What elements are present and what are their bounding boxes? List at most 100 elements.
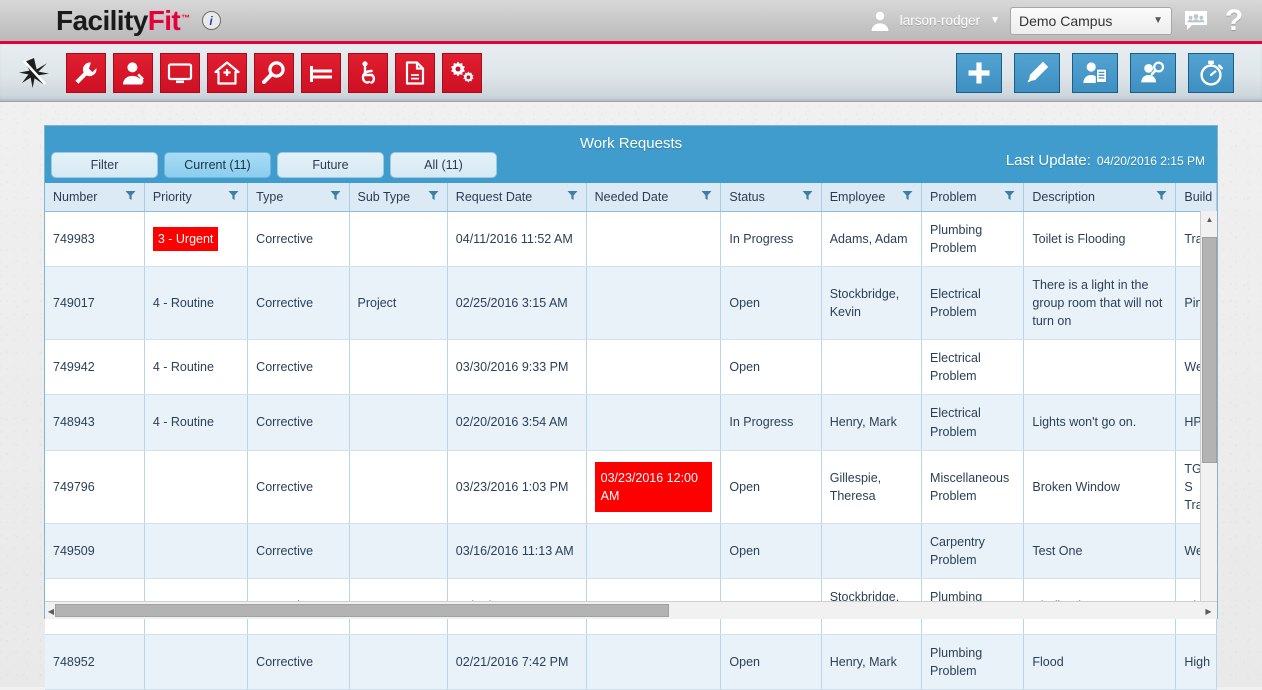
column-header-request-date[interactable]: Request Date (447, 183, 587, 212)
cell-building: High (1175, 634, 1217, 690)
column-header-description[interactable]: Description (1023, 183, 1177, 212)
cell-type: Corrective (247, 450, 350, 525)
help-button[interactable]: ? (1220, 3, 1248, 37)
header-right-controls: larson-rodger ▼ Demo Campus ▼ ? (868, 3, 1248, 37)
table-row[interactable]: 748952 Corrective 02/21/2016 7:42 PM Open He… (45, 634, 1217, 690)
filter-icon[interactable] (125, 190, 136, 204)
cell-employee: Henry, Mark (821, 394, 923, 451)
campus-select-value: Demo Campus (1019, 12, 1113, 29)
scroll-up-icon[interactable]: ▲ (1201, 211, 1218, 228)
stopwatch-icon (1200, 60, 1223, 86)
toolbar-button-accessibility[interactable] (348, 52, 388, 93)
brand-text-fit: Fit (147, 4, 181, 36)
tab-filter[interactable]: Filter (51, 152, 158, 178)
toolbar-button-wrench[interactable] (66, 52, 106, 93)
column-header-status[interactable]: Status (720, 183, 822, 212)
column-header-type[interactable]: Type (247, 183, 350, 212)
vertical-scrollbar[interactable]: ▲ ▼ (1200, 211, 1217, 619)
tab-current[interactable]: Current (11) (164, 152, 271, 178)
cell-problem: Electrical Problem (921, 394, 1025, 451)
tab-future[interactable]: Future (277, 152, 384, 178)
cell-request-date: 02/21/2016 7:42 PM (447, 634, 587, 690)
toolbar-button-search[interactable] (254, 52, 294, 93)
column-header-problem[interactable]: Problem (921, 183, 1025, 212)
tab-all[interactable]: All (11) (390, 152, 497, 178)
brand-logo[interactable]: Facility Fit ™ (56, 4, 190, 36)
person-document-icon (1083, 61, 1108, 83)
filter-icon[interactable] (1156, 190, 1167, 204)
filter-icon[interactable] (802, 190, 813, 204)
wheelchair-icon (361, 60, 376, 84)
table-row[interactable]: 749509 Corrective 03/16/2016 11:13 AM Open C… (45, 523, 1217, 580)
toolbar-button-bed[interactable] (301, 52, 341, 93)
cell-needed-date (586, 634, 722, 690)
table-row[interactable]: 748943 4 - Routine Corrective 02/20/2016 3:… (45, 394, 1217, 451)
column-header-sub-type[interactable]: Sub Type (349, 183, 448, 212)
main-icon-toolbar (0, 44, 1262, 102)
table-row[interactable]: 749017 4 - Routine Corrective Project 02/25/… (45, 266, 1217, 341)
column-header-label: Priority (152, 189, 192, 204)
horizontal-scrollbar[interactable]: ◀ ▶ (45, 601, 1217, 619)
edit-pencil-icon (1027, 61, 1049, 82)
column-header-label: Description (1032, 189, 1095, 204)
cell-employee (821, 339, 923, 396)
tab-future-label: Future (312, 158, 349, 172)
table-header-row: Number Priority Type Sub Type Request Date Ne… (45, 183, 1217, 212)
assign-person-button[interactable] (1072, 52, 1118, 93)
filter-icon[interactable] (228, 190, 239, 204)
scroll-right-icon[interactable]: ▶ (1200, 602, 1217, 620)
magnifier-icon (262, 60, 285, 84)
filter-icon[interactable] (567, 190, 578, 204)
cell-status: Open (720, 339, 822, 396)
column-header-number[interactable]: Number (45, 183, 145, 212)
column-header-priority[interactable]: Priority (144, 183, 249, 212)
cell-type: Corrective (247, 523, 350, 580)
filter-icon[interactable] (330, 190, 341, 204)
panel-header: Work Requests Filter Current (11) Future… (45, 126, 1217, 183)
filter-icon[interactable] (1004, 190, 1015, 204)
cell-number: 749796 (45, 450, 145, 525)
document-icon (405, 60, 425, 85)
filter-icon[interactable] (701, 190, 712, 204)
campus-select[interactable]: Demo Campus ▼ (1010, 6, 1172, 35)
column-header-needed-date[interactable]: Needed Date (586, 183, 722, 212)
vertical-scrollbar-thumb[interactable] (1202, 237, 1217, 463)
chat-group-button[interactable] (1182, 8, 1210, 34)
cell-status: Open (720, 450, 822, 525)
horizontal-scrollbar-thumb[interactable] (55, 604, 669, 617)
question-mark-icon: ? (1224, 3, 1244, 37)
toolbar-button-monitor[interactable] (160, 52, 200, 93)
add-button[interactable] (956, 52, 1002, 93)
table-row[interactable]: 749983 3 - Urgent Corrective 04/11/2016 11:… (45, 211, 1217, 267)
cell-description: Flood (1023, 634, 1177, 690)
star-burst-icon-button[interactable] (14, 53, 54, 93)
info-icon[interactable]: i (201, 11, 221, 30)
toolbar-button-settings[interactable] (442, 52, 482, 93)
table-row[interactable]: 749796 Corrective 03/23/2016 1:03 PM 03/23/… (45, 450, 1217, 525)
filter-icon[interactable] (428, 190, 439, 204)
column-header-employee[interactable]: Employee (821, 183, 923, 212)
table-row[interactable]: 749942 4 - Routine Corrective 03/30/2016 9:… (45, 339, 1217, 396)
column-header-label: Request Date (455, 189, 533, 204)
cell-problem: Electrical Problem (921, 266, 1025, 341)
cell-sub-type (349, 211, 448, 267)
cell-number: 749017 (45, 266, 145, 341)
last-update-value: 04/20/2016 2:15 PM (1096, 154, 1205, 168)
person-search-button[interactable] (1130, 52, 1176, 93)
edit-button[interactable] (1014, 52, 1060, 93)
filter-icon[interactable] (902, 190, 913, 204)
user-menu[interactable]: larson-rodger ▼ (868, 9, 1000, 33)
column-header-build[interactable]: Build (1175, 183, 1217, 212)
gears-icon (451, 61, 474, 82)
toolbar-button-home-plus[interactable] (207, 52, 247, 93)
toolbar-button-person-tech[interactable] (113, 52, 153, 93)
wrench-icon (75, 62, 97, 84)
cell-status: Open (720, 634, 822, 690)
toolbar-button-document[interactable] (395, 52, 435, 93)
cell-problem: Electrical Problem (921, 339, 1025, 396)
cell-employee: Henry, Mark (821, 634, 923, 690)
cell-status: Open (720, 523, 822, 580)
cell-request-date: 03/23/2016 1:03 PM (447, 450, 587, 525)
column-header-label: Needed Date (594, 189, 669, 204)
timer-button[interactable] (1188, 52, 1234, 93)
